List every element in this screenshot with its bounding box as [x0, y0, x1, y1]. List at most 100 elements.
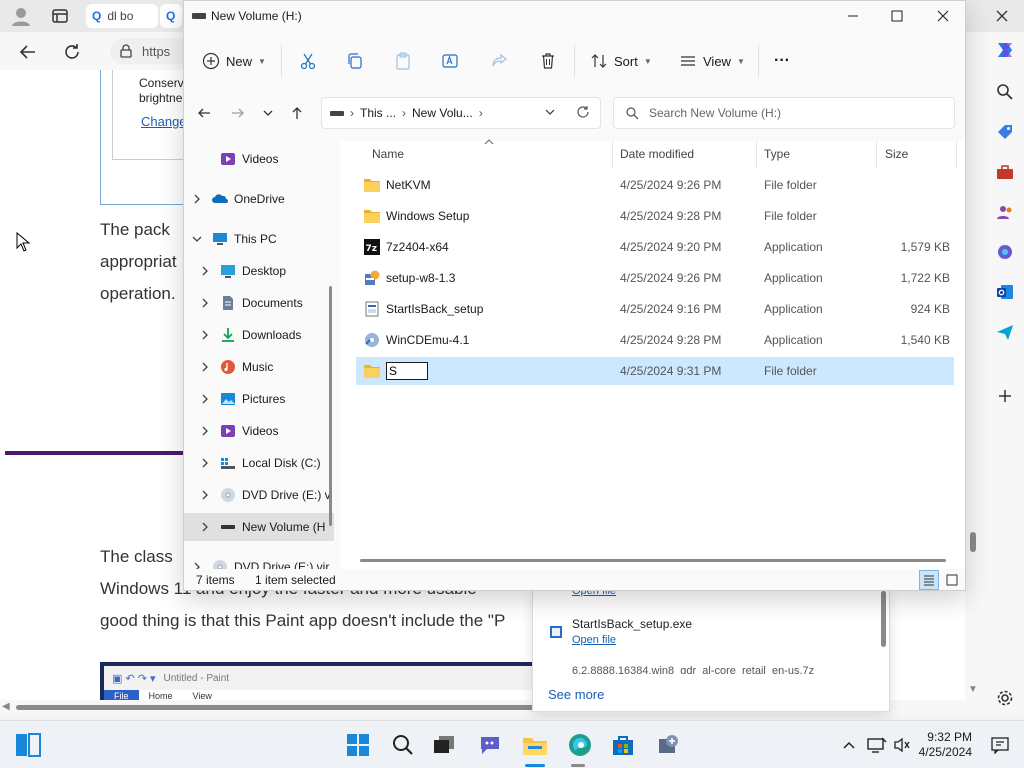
nav-item-downloads[interactable]: Downloads: [184, 321, 334, 349]
task-view-icon[interactable]: [430, 731, 458, 759]
rename-button[interactable]: [442, 47, 460, 75]
minimize-button[interactable]: [830, 1, 876, 31]
maximize-button[interactable]: [874, 1, 920, 31]
chevron-right-icon[interactable]: [192, 562, 202, 569]
chevron-right-icon[interactable]: [200, 522, 210, 532]
chevron-right-icon[interactable]: [200, 298, 210, 308]
file-row[interactable]: 7z 7z2404-x64 4/25/2024 9:20 PM Application…: [356, 233, 954, 261]
tiles-view-button[interactable]: [942, 570, 962, 590]
view-button[interactable]: View ▼: [679, 47, 745, 75]
microsoft-store-icon[interactable]: [609, 731, 637, 759]
new-button[interactable]: New ▼: [202, 47, 266, 75]
file-row[interactable]: Windows Setup 4/25/2024 9:28 PM File folde…: [356, 202, 954, 230]
paste-button[interactable]: [394, 47, 412, 75]
tab-actions-icon[interactable]: [52, 8, 68, 24]
column-header-date[interactable]: Date modified: [620, 147, 694, 161]
download-item-name[interactable]: 6.2.8888.16384.win8_gdr_al-core_retail_e…: [572, 666, 834, 674]
column-header-size[interactable]: Size: [885, 147, 908, 161]
people-icon[interactable]: [993, 200, 1017, 224]
chevron-right-icon[interactable]: [200, 426, 210, 436]
nav-item-local-disk-c[interactable]: Local Disk (C:): [184, 449, 334, 477]
copilot-icon[interactable]: [993, 38, 1017, 62]
scroll-thumb[interactable]: [16, 705, 536, 710]
edge-browser-icon[interactable]: [566, 731, 594, 759]
rename-input[interactable]: [386, 362, 428, 380]
volume-muted-icon[interactable]: [888, 731, 916, 759]
nav-item-new-volume-h[interactable]: New Volume (H: [184, 513, 334, 541]
chevron-down-icon[interactable]: [192, 234, 202, 244]
file-list-horizontal-scrollbar[interactable]: [360, 559, 946, 562]
column-header-name[interactable]: Name: [372, 147, 404, 161]
file-explorer-icon[interactable]: [521, 731, 549, 759]
refresh-icon[interactable]: [62, 42, 82, 62]
download-item-name[interactable]: StartIsBack_setup.exe: [572, 617, 692, 631]
chat-icon[interactable]: [476, 731, 504, 759]
office-icon[interactable]: [993, 240, 1017, 264]
share-button[interactable]: [491, 47, 509, 75]
notification-icon[interactable]: [986, 731, 1014, 759]
refresh-icon[interactable]: [576, 105, 590, 119]
setup-app-icon[interactable]: [654, 731, 682, 759]
copy-button[interactable]: [346, 47, 364, 75]
page-vertical-scrollbar[interactable]: ▼: [965, 70, 986, 715]
system-clock[interactable]: 9:32 PM 4/25/2024: [919, 730, 972, 760]
column-divider[interactable]: [956, 141, 957, 169]
sort-button[interactable]: Sort ▼: [590, 47, 652, 75]
file-row[interactable]: WinCDEmu-4.1 4/25/2024 9:28 PM Application…: [356, 326, 954, 354]
nav-item-desktop[interactable]: Desktop: [184, 257, 334, 285]
widgets-icon[interactable]: [14, 731, 42, 759]
chevron-right-icon[interactable]: [200, 266, 210, 276]
outlook-icon[interactable]: [993, 280, 1017, 304]
show-hidden-icons-chevron-up-icon[interactable]: [835, 731, 863, 759]
back-button[interactable]: [192, 101, 216, 125]
address-breadcrumb[interactable]: › This ... › New Volu... ›: [321, 97, 601, 129]
navigation-pane-scrollbar[interactable]: [329, 286, 332, 526]
browser-tab[interactable]: Q dl bo: [86, 4, 158, 28]
chevron-right-icon[interactable]: [200, 362, 210, 372]
search-icon[interactable]: [993, 80, 1017, 104]
column-divider[interactable]: [612, 141, 613, 169]
chevron-right-icon[interactable]: [200, 490, 210, 500]
search-box[interactable]: Search New Volume (H:): [613, 97, 955, 129]
more-options-button[interactable]: ···: [774, 47, 790, 75]
shopping-tag-icon[interactable]: [993, 120, 1017, 144]
file-row-new-folder[interactable]: 4/25/2024 9:31 PM File folder: [356, 357, 954, 385]
details-view-button[interactable]: [919, 570, 939, 590]
network-icon[interactable]: [863, 731, 891, 759]
back-arrow-icon[interactable]: [18, 42, 38, 62]
nav-item-dvd-drive-e-v[interactable]: DVD Drive (E:) v: [184, 481, 334, 509]
address-dropdown-icon[interactable]: [544, 106, 556, 118]
chevron-right-icon[interactable]: [200, 458, 210, 468]
download-open-link[interactable]: Open file: [572, 634, 616, 646]
cut-button[interactable]: [299, 47, 317, 75]
nav-item-documents[interactable]: Documents: [184, 289, 334, 317]
up-button[interactable]: [285, 101, 309, 125]
scroll-left-arrow-icon[interactable]: ◀: [2, 701, 10, 712]
file-row[interactable]: NetKVM 4/25/2024 9:26 PM File folder: [356, 171, 954, 199]
downloads-scrollbar[interactable]: [881, 591, 886, 647]
start-button-windows-icon[interactable]: [344, 731, 372, 759]
recent-locations-button[interactable]: [256, 101, 280, 125]
chevron-right-icon[interactable]: [192, 194, 202, 204]
breadcrumb-item[interactable]: This ...: [360, 106, 396, 120]
chevron-right-icon[interactable]: [200, 394, 210, 404]
toolbox-icon[interactable]: [993, 160, 1017, 184]
nav-item-pictures[interactable]: Pictures: [184, 385, 334, 413]
close-button[interactable]: [920, 1, 966, 31]
file-row[interactable]: setup-w8-1.3 4/25/2024 9:26 PM Application…: [356, 264, 954, 292]
chevron-right-icon[interactable]: [200, 330, 210, 340]
column-divider[interactable]: [876, 141, 877, 169]
column-header-type[interactable]: Type: [764, 147, 790, 161]
forward-button[interactable]: [226, 101, 250, 125]
profile-avatar-icon[interactable]: [10, 5, 32, 27]
column-divider[interactable]: [756, 141, 757, 169]
send-icon[interactable]: [993, 320, 1017, 344]
scroll-thumb[interactable]: [970, 532, 976, 552]
nav-item-onedrive[interactable]: OneDrive: [184, 185, 334, 213]
browser-tab[interactable]: Q: [160, 4, 182, 28]
add-icon[interactable]: [993, 384, 1017, 408]
nav-item-videos[interactable]: Videos: [184, 417, 334, 445]
nav-item-videos[interactable]: Videos: [184, 145, 334, 173]
search-icon[interactable]: [389, 731, 417, 759]
scroll-down-arrow-icon[interactable]: ▼: [968, 684, 978, 695]
